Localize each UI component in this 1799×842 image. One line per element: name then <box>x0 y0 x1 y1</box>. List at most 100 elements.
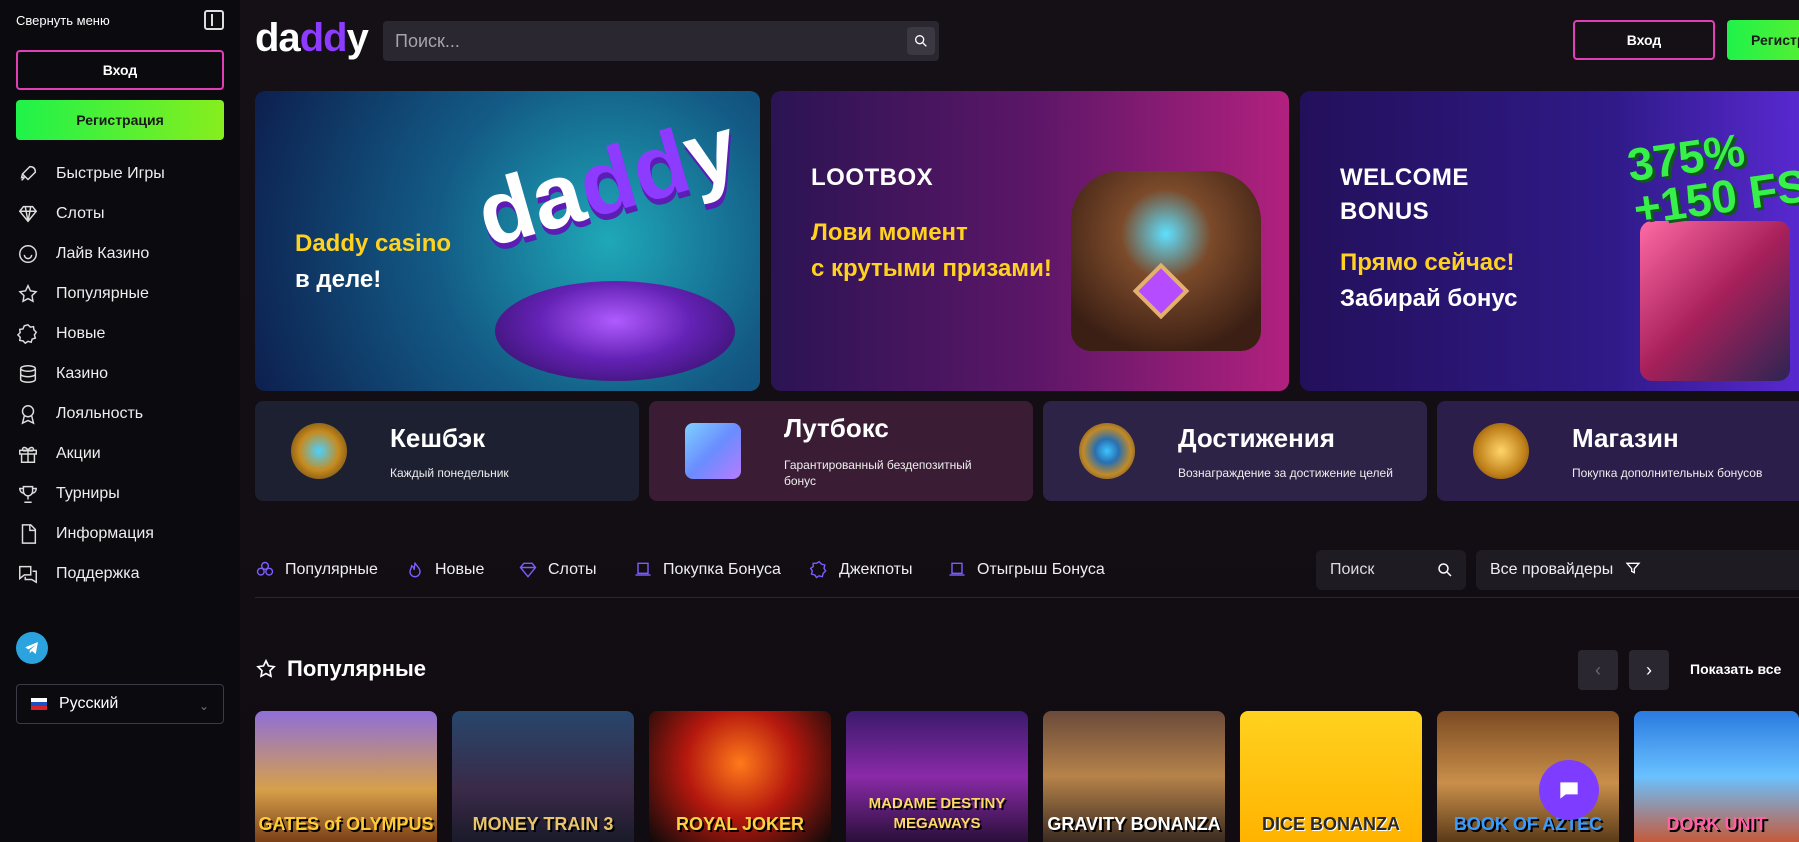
sidebar-item-casino[interactable]: Казино <box>16 354 224 394</box>
sidebar-item-loyalty[interactable]: Лояльность <box>16 394 224 434</box>
sidebar-item-label: Акции <box>56 445 101 462</box>
banner-headline: Прямо сейчас! <box>1340 249 1515 276</box>
logo-suffix: y <box>346 16 369 60</box>
sidebar-login-button[interactable]: Вход <box>16 50 224 90</box>
header-search-input[interactable]: Поиск... <box>383 21 939 61</box>
flame-icon <box>409 562 421 578</box>
category-tabs: Популярные Новые Слоты Покупка Бонуса Дж… <box>255 550 1799 598</box>
sidebar-item-information[interactable]: Информация <box>16 514 224 554</box>
sidebar-item-label: Новые <box>56 325 106 342</box>
chevron-down-icon: ⌄ <box>198 699 209 713</box>
carousel-prev-button[interactable]: ‹ <box>1578 650 1618 690</box>
header-register-button[interactable]: Регистрация <box>1727 20 1799 60</box>
feature-description: Каждый понедельник <box>390 466 509 480</box>
feature-card-cashback[interactable]: Кешбэк Каждый понедельник <box>255 401 639 501</box>
trophy-icon <box>16 482 40 506</box>
logo-highlight: dd <box>299 16 348 60</box>
sidebar-item-popular[interactable]: Популярные <box>16 274 224 314</box>
collapse-menu-label[interactable]: Свернуть меню <box>16 13 110 28</box>
search-icon[interactable] <box>1436 561 1454 584</box>
game-tile[interactable]: DICE BONANZA <box>1240 711 1422 842</box>
target-icon <box>1079 423 1135 479</box>
banner-headline: Лови момент <box>811 219 968 246</box>
gift-box-illustration <box>1640 221 1790 381</box>
tab-bonus-buy[interactable]: Покупка Бонуса <box>633 560 781 580</box>
game-title: MONEY TRAIN 3 <box>472 814 614 834</box>
sidebar-item-label: Лояльность <box>56 405 144 422</box>
sidebar-item-support[interactable]: Поддержка <box>16 554 224 594</box>
feature-card-shop[interactable]: Магазин Покупка дополнительных бонусов <box>1437 401 1799 501</box>
feature-card-achievements[interactable]: Достижения Вознаграждение за достижение … <box>1043 401 1427 501</box>
document-icon <box>16 522 40 546</box>
header-login-button[interactable]: Вход <box>1573 20 1715 60</box>
banner-daddy-casino[interactable]: daddy Daddy casino в деле! <box>255 91 760 391</box>
game-title: MADAME DESTINY MEGAWAYS <box>868 795 1006 832</box>
language-label: Русский <box>59 695 119 712</box>
sidebar-item-tournaments[interactable]: Турниры <box>16 474 224 514</box>
banner-subline: с крутыми призами! <box>811 255 1052 282</box>
tab-jackpots[interactable]: Джекпоты <box>809 560 912 580</box>
tab-label: Отыгрыш Бонуса <box>977 561 1105 578</box>
game-tile[interactable]: ROYAL JOKER <box>649 711 831 842</box>
show-all-link[interactable]: Показать все <box>1690 661 1781 677</box>
filter-icon <box>1625 560 1641 581</box>
sidebar-item-label: Слоты <box>56 205 105 222</box>
banner-title-line1: WELCOME <box>1340 164 1469 191</box>
tab-label: Джекпоты <box>839 561 913 578</box>
collapse-sidebar-icon[interactable] <box>204 10 224 30</box>
clover-icon <box>256 561 274 576</box>
chat-icon <box>16 562 40 586</box>
game-tile[interactable]: GRAVITY BONANZA <box>1043 711 1225 842</box>
collapse-menu-row[interactable]: Свернуть меню <box>16 10 224 30</box>
tab-bonus-wagering[interactable]: Отыгрыш Бонуса <box>947 560 1105 580</box>
diamond-icon <box>519 562 537 578</box>
chat-bubble-icon <box>1560 782 1578 799</box>
language-select[interactable]: Русский ⌄ <box>16 684 224 724</box>
star-icon <box>256 658 276 678</box>
sidebar-item-new[interactable]: Новые <box>16 314 224 354</box>
sidebar-item-label: Турниры <box>56 485 120 502</box>
search-icon[interactable] <box>907 27 935 55</box>
providers-dropdown[interactable]: Все провайдеры <box>1476 550 1799 590</box>
main-content: daddy Поиск... Вход Регистрация daddy Da… <box>240 0 1799 842</box>
banner-text: WELCOME BONUS Прямо сейчас! Забирай бону… <box>1340 161 1517 317</box>
sidebar-item-label: Популярные <box>56 285 149 302</box>
sidebar-item-promotions[interactable]: Акции <box>16 434 224 474</box>
coins-icon <box>16 362 40 386</box>
sidebar-item-label: Поддержка <box>56 565 140 582</box>
daddy-logo[interactable]: daddy <box>255 16 369 60</box>
tab-label: Покупка Бонуса <box>663 561 781 578</box>
carousel-next-button[interactable]: › <box>1629 650 1669 690</box>
tab-slots[interactable]: Слоты <box>518 560 596 580</box>
sidebar-item-label: Информация <box>56 525 154 542</box>
game-tile[interactable]: DORK UNIT <box>1634 711 1799 842</box>
banner-lootbox[interactable]: LOOTBOX Лови момент с крутыми призами! <box>771 91 1289 391</box>
feature-description: Покупка дополнительных бонусов <box>1572 466 1763 480</box>
tab-label: Новые <box>435 561 485 578</box>
section-title-popular: Популярные <box>255 656 426 682</box>
game-tile[interactable]: MADAME DESTINY MEGAWAYS <box>846 711 1028 842</box>
feature-title: Кешбэк <box>390 423 486 453</box>
telegram-icon[interactable] <box>16 632 48 664</box>
tab-label: Популярные <box>285 561 378 578</box>
sidebar-item-slots[interactable]: Слоты <box>16 194 224 234</box>
sidebar-register-button[interactable]: Регистрация <box>16 100 224 140</box>
game-tile[interactable]: MONEY TRAIN 3 <box>452 711 634 842</box>
cashback-coins-icon <box>291 423 347 479</box>
gift-icon <box>16 442 40 466</box>
games-search-input[interactable]: Поиск <box>1316 550 1466 590</box>
feature-description: Вознаграждение за достижение целей <box>1178 466 1393 480</box>
tab-popular[interactable]: Популярные <box>255 560 378 580</box>
banner-title-line2: BONUS <box>1340 198 1430 225</box>
game-title: DORK UNIT <box>1666 814 1767 834</box>
live-chat-button[interactable] <box>1539 760 1599 820</box>
feature-card-lootbox[interactable]: Лутбокс Гарантированный бездепозитный бо… <box>649 401 1033 501</box>
banner-welcome-bonus[interactable]: 375% +150 FS WELCOME BONUS Прямо сейчас!… <box>1300 91 1799 391</box>
banner-headline: Daddy casino <box>295 230 452 257</box>
game-tile[interactable]: GATES of OLYMPUS <box>255 711 437 842</box>
sidebar-item-live-casino[interactable]: Лайв Казино <box>16 234 224 274</box>
sidebar-item-quick-games[interactable]: Быстрые Игры <box>16 154 224 194</box>
banner-subline: в деле! <box>295 266 382 293</box>
treasure-chest-illustration <box>1071 171 1261 351</box>
tab-new[interactable]: Новые <box>405 560 484 580</box>
